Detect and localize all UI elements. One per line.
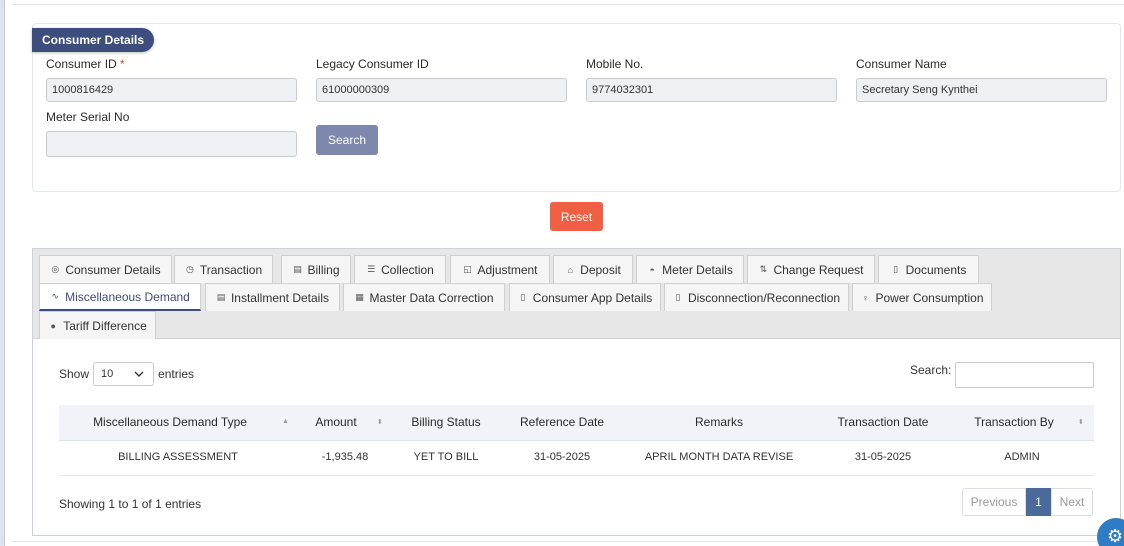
- header-transaction-date[interactable]: Transaction Date: [838, 415, 929, 429]
- legacy-consumer-id-label: Legacy Consumer ID: [316, 57, 429, 71]
- tab-label: Meter Details: [662, 262, 733, 277]
- tab-label: Consumer App Details: [532, 290, 653, 305]
- tab-tariff-difference[interactable]: ● Tariff Difference: [39, 311, 156, 339]
- header-remarks[interactable]: Remarks: [695, 415, 743, 429]
- mobile-no-input[interactable]: 9774032301: [586, 78, 837, 102]
- tab-change-request[interactable]: ⇅ Change Request: [747, 255, 875, 283]
- gauge-icon: ◓: [649, 264, 655, 275]
- document-icon: ▯: [893, 264, 899, 274]
- tab-label: Miscellaneous Demand: [65, 289, 190, 304]
- tab-label: Billing: [307, 262, 340, 277]
- show-label: Show: [59, 367, 90, 381]
- entries-value: 10: [101, 368, 114, 380]
- tab-label: Collection: [381, 262, 434, 277]
- bulb-icon: ♀: [862, 292, 869, 303]
- mobile-icon: ▯: [520, 292, 526, 302]
- cell-transaction-date: 31-05-2025: [854, 451, 912, 463]
- consumer-id-label: Consumer ID *: [46, 57, 125, 71]
- table-icon: ▦: [355, 292, 364, 302]
- tab-deposit[interactable]: ⌂ Deposit: [553, 255, 633, 283]
- page-length-control: Show 10 entries: [59, 362, 194, 386]
- tab-consumer-details[interactable]: ◎ Consumer Details: [39, 255, 172, 283]
- page-1-button[interactable]: 1: [1026, 488, 1051, 516]
- tab-power-consumption[interactable]: ♀ Power Consumption: [852, 283, 992, 311]
- tab-label: Power Consumption: [875, 290, 984, 305]
- receipt-icon: ▤: [216, 292, 226, 302]
- tab-label: Adjustment: [477, 262, 538, 277]
- left-rail: [0, 0, 5, 546]
- gear-icon: ⚙: [1107, 526, 1124, 546]
- required-mark: *: [120, 57, 125, 71]
- legacy-consumer-id-input[interactable]: 61000000309: [316, 78, 567, 102]
- consumer-name-input[interactable]: Secretary Seng Kynthei: [856, 78, 1107, 102]
- tab-documents[interactable]: ▯ Documents: [878, 255, 979, 283]
- tab-consumer-app-details[interactable]: ▯ Consumer App Details: [509, 283, 661, 311]
- entries-select[interactable]: 10: [93, 362, 155, 386]
- consumer-name-label: Consumer Name: [856, 57, 947, 71]
- previous-page-button[interactable]: Previous: [962, 488, 1026, 516]
- sort-asc-icon[interactable]: ▲: [282, 418, 289, 425]
- clock-icon: ◷: [185, 264, 194, 274]
- top-strip: [12, 0, 1124, 5]
- tab-miscellaneous-demand[interactable]: ∿ Miscellaneous Demand: [39, 283, 201, 311]
- tab-label: Documents: [905, 262, 967, 277]
- tab-label: Change Request: [773, 262, 864, 277]
- tab-disconnection-reconnection[interactable]: ▯ Disconnection/Reconnection: [664, 283, 849, 311]
- pagination: Previous 1 Next: [962, 488, 1093, 516]
- circle-icon: ◎: [51, 264, 60, 274]
- consumer-id-label-text: Consumer ID: [46, 57, 117, 71]
- tab-master-data-correction[interactable]: ▦ Master Data Correction: [343, 283, 505, 311]
- tab-label: Tariff Difference: [63, 318, 147, 333]
- tab-collection[interactable]: ☰ Collection: [354, 255, 446, 283]
- tab-label: Disconnection/Reconnection: [687, 290, 841, 305]
- meter-serial-no-input[interactable]: [46, 131, 297, 157]
- tab-label: Transaction: [199, 262, 263, 277]
- plug-icon: ▯: [675, 292, 681, 302]
- chart-line-icon: ∿: [51, 291, 59, 301]
- header-transaction-by[interactable]: Transaction By: [974, 415, 1054, 429]
- cell-billing-status: YET TO BILL: [413, 451, 479, 463]
- tab-transaction[interactable]: ◷ Transaction: [174, 255, 273, 283]
- cell-amount: -1,935.48: [321, 451, 369, 463]
- next-page-button[interactable]: Next: [1051, 488, 1093, 516]
- tab-label: Deposit: [580, 262, 621, 277]
- tab-meter-details[interactable]: ◓ Meter Details: [636, 255, 744, 283]
- search-button[interactable]: Search: [316, 125, 378, 155]
- sort-icon[interactable]: ⬍: [1078, 418, 1084, 426]
- bottom-strip: [12, 541, 1124, 546]
- header-billing-status[interactable]: Billing Status: [411, 415, 480, 429]
- card-title: Consumer Details: [32, 28, 155, 52]
- row-divider: [59, 475, 1094, 476]
- meter-serial-no-label: Meter Serial No: [46, 110, 130, 124]
- sort-icon[interactable]: ⬍: [377, 418, 383, 426]
- adjust-icon: ◱: [463, 264, 472, 274]
- tab-billing[interactable]: ▤ Billing: [281, 255, 351, 283]
- cell-remarks: APRIL MONTH DATA REVISE: [644, 451, 794, 463]
- entries-label: entries: [158, 367, 195, 381]
- tab-label: Installment Details: [230, 290, 330, 305]
- reset-button[interactable]: Reset: [550, 202, 603, 231]
- header-reference-date[interactable]: Reference Date: [520, 415, 604, 429]
- tab-label: Consumer Details: [65, 262, 161, 277]
- header-miscellaneous-demand-type[interactable]: Miscellaneous Demand Type: [93, 415, 247, 429]
- table-info: Showing 1 to 1 of 1 entries: [59, 497, 202, 511]
- table-search-input[interactable]: [955, 362, 1094, 388]
- consumer-id-input[interactable]: 1000816429: [46, 78, 297, 102]
- bill-icon: ▤: [293, 264, 302, 274]
- dot-icon: ●: [50, 320, 56, 331]
- table-search-label: Search:: [910, 363, 952, 377]
- bank-icon: ⌂: [567, 264, 573, 275]
- tab-label: Master Data Correction: [369, 290, 494, 305]
- chevron-down-icon: [134, 371, 144, 377]
- swap-icon: ⇅: [759, 264, 768, 274]
- consumer-details-card: [32, 23, 1121, 192]
- mobile-no-label: Mobile No.: [586, 57, 644, 71]
- cell-transaction-by: ADMIN: [1004, 451, 1040, 463]
- cell-reference-date: 31-05-2025: [533, 451, 591, 463]
- cell-demand-type: BILLING ASSESSMENT: [118, 451, 238, 463]
- list-icon: ☰: [367, 264, 376, 274]
- tab-adjustment[interactable]: ◱ Adjustment: [450, 255, 550, 283]
- tab-installment-details[interactable]: ▤ Installment Details: [205, 283, 340, 311]
- header-amount[interactable]: Amount: [315, 415, 356, 429]
